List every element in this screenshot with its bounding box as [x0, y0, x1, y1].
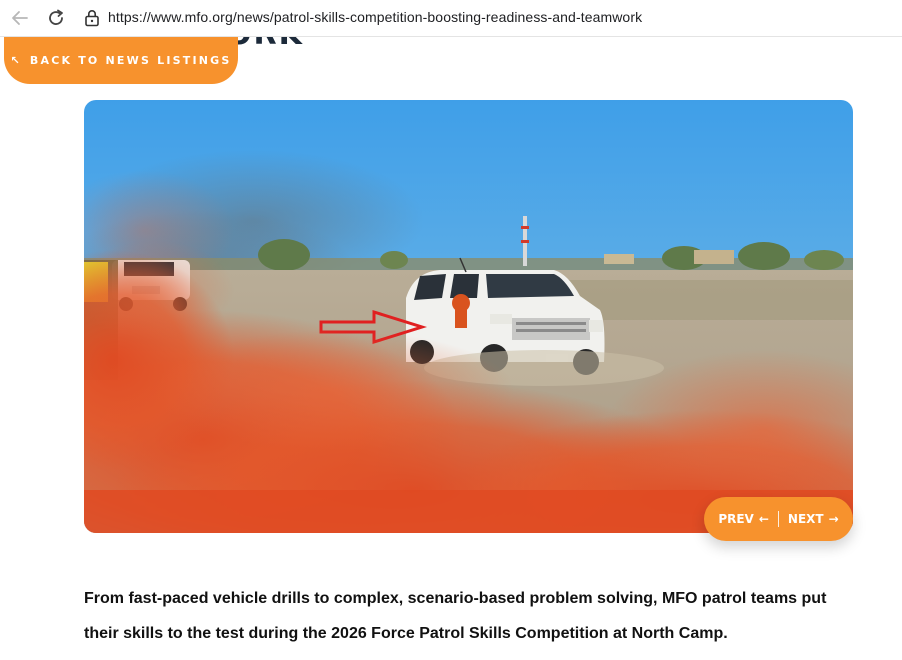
article-intro-text: From fast-paced vehicle drills to comple… [84, 590, 827, 642]
address-bar-url[interactable]: https://www.mfo.org/news/patrol-skills-c… [108, 9, 642, 25]
arrow-left-icon [12, 11, 28, 25]
next-button[interactable]: NEXT → [788, 512, 839, 526]
article-page: ORK ↖ BACK TO NEWS LISTINGS [0, 37, 902, 660]
back-to-news-label: BACK TO NEWS LISTINGS [29, 54, 232, 67]
gallery-pager: PREV ← NEXT → [704, 497, 853, 541]
arrow-up-left-icon: ↖ [10, 54, 22, 67]
browser-back-button[interactable] [8, 7, 32, 29]
pager-divider [777, 511, 779, 527]
lock-icon[interactable] [84, 9, 100, 27]
browser-reload-button[interactable] [44, 7, 68, 29]
article-photo [84, 100, 853, 533]
reload-icon [49, 9, 63, 25]
prev-label: PREV [718, 512, 754, 526]
arrow-left-icon: ← [758, 512, 769, 526]
next-label: NEXT [787, 512, 824, 526]
browser-toolbar: https://www.mfo.org/news/patrol-skills-c… [0, 0, 902, 37]
arrow-right-icon: → [828, 512, 839, 526]
back-to-news-listings-button[interactable]: ↖ BACK TO NEWS LISTINGS [4, 37, 238, 84]
prev-button[interactable]: PREV ← [718, 512, 769, 526]
